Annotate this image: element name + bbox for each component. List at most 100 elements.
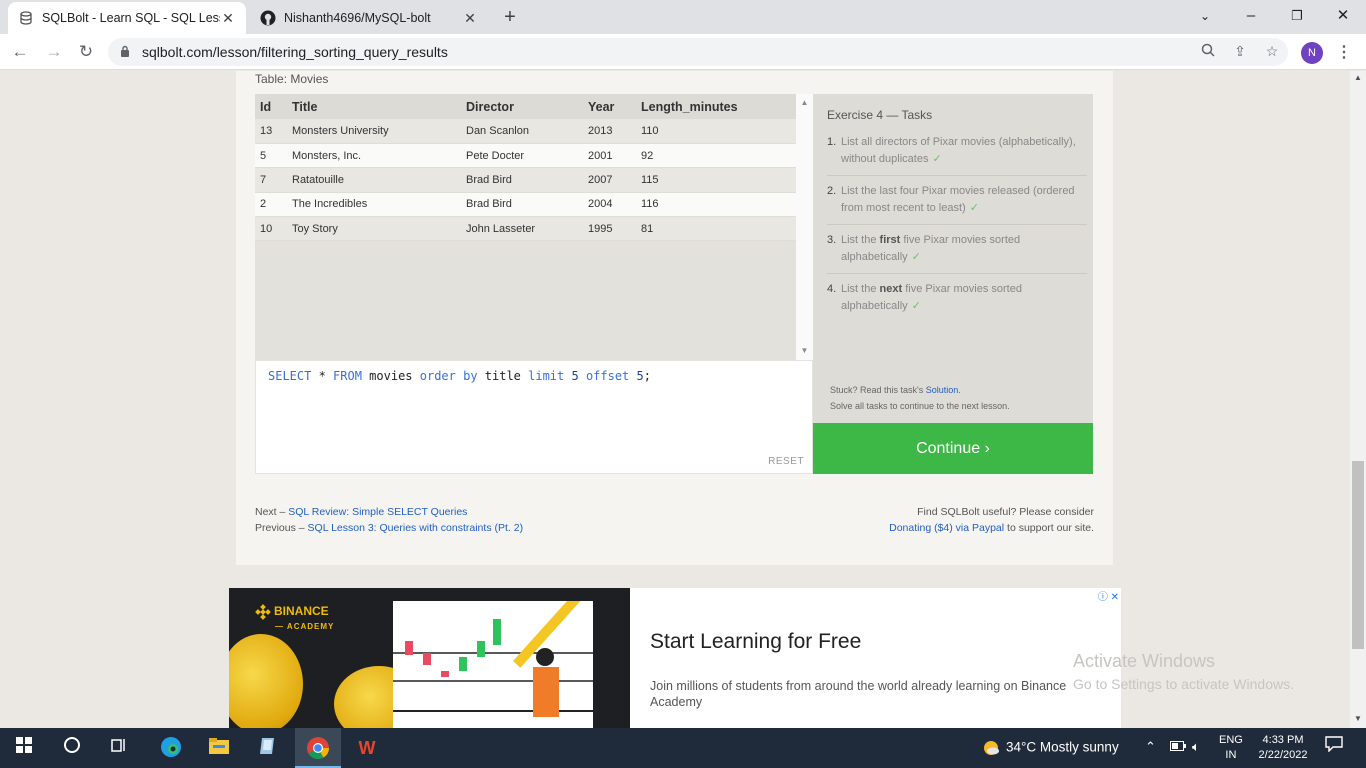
tasks-header: Exercise 4 — Tasks [827,108,933,122]
check-icon: ✓ [932,153,942,165]
chrome-taskbar-button[interactable] [295,728,341,768]
notes-app-icon[interactable] [256,736,280,760]
ad-description: Join millions of students from around th… [650,679,1067,709]
check-icon: ✓ [969,202,979,214]
lesson-nav-links: Next – SQL Review: Simple SELECT Queries… [255,504,1094,536]
previous-lesson-link[interactable]: SQL Lesson 3: Queries with constraints (… [308,522,524,534]
zoom-icon[interactable] [1199,43,1217,61]
task-list: 1. List all directors of Pixar movies (al… [827,134,1087,329]
task-item: 2. List the last four Pixar movies releas… [827,183,1087,225]
page-viewport: Table: Movies Id Title Director Year Len… [0,71,1350,728]
page-scrollbar[interactable]: ▲ ▼ [1350,71,1366,728]
profile-avatar[interactable]: N [1301,42,1323,64]
donation-note: Find SQLBolt useful? Please consider Don… [889,504,1094,536]
ad-choices-icon[interactable]: ⓘ ✕ [1098,588,1119,603]
donate-link[interactable]: Donating ($4) via Paypal [889,522,1004,534]
table-scrollbar[interactable]: ▲ ▼ [796,94,813,360]
tab-sqlbolt[interactable]: SQLBolt - Learn SQL - SQL Lesson ✕ [8,2,246,34]
task-number: 2. [827,185,837,197]
sql-keyword: offset [585,369,630,383]
lock-icon [120,45,130,60]
clock-date: 2/22/2022 [1258,749,1308,761]
url-text[interactable]: sqlbolt.com/lesson/filtering_sorting_que… [142,44,448,60]
wps-office-icon[interactable]: W [355,736,379,760]
sql-query[interactable]: SELECT * FROM movies order by title limi… [268,369,651,383]
coin-graphic [229,634,303,728]
clock-time: 4:33 PM [1262,734,1304,746]
notifications-icon[interactable] [1322,736,1346,760]
forward-icon[interactable]: → [42,40,66,64]
database-icon [18,10,34,26]
scroll-down-icon[interactable]: ▼ [1350,714,1366,723]
lang-code: ENG [1219,734,1243,746]
close-window-button[interactable]: ✕ [1320,0,1366,34]
cell: 92 [636,143,796,169]
tab-github[interactable]: Nishanth4696/MySQL-bolt ✕ [250,2,488,34]
file-explorer-icon[interactable] [207,736,231,760]
menu-icon[interactable]: ⋮ [1336,42,1352,64]
stuck-text: Stuck? Read this task's [830,385,926,395]
windows-start-icon[interactable] [12,736,36,760]
tab-search-icon[interactable]: ⌄ [1182,0,1228,34]
show-hidden-icons-icon[interactable]: ⌃ [1145,739,1156,755]
cell: 2 [255,192,287,218]
cell: 2001 [583,143,636,169]
binance-ad[interactable]: BINANCE — ACADEMY Start Learning for Fre… [229,588,1121,728]
language-indicator[interactable]: ENG IN [1219,733,1243,763]
edge-icon[interactable] [159,736,183,760]
task-number: 1. [827,136,837,148]
browser-tab-bar: SQLBolt - Learn SQL - SQL Lesson ✕ Nisha… [0,0,1366,34]
cell: 7 [255,167,287,193]
tab-title: SQLBolt - Learn SQL - SQL Lesson [42,11,220,25]
task-item: 4. List the next five Pixar movies sorted… [827,281,1087,322]
next-lesson-link[interactable]: SQL Review: Simple SELECT Queries [288,506,467,518]
column-header: Length_minutes [636,94,796,119]
task-emphasis: first [879,234,901,246]
cell: 81 [636,216,796,242]
omnibox[interactable]: sqlbolt.com/lesson/filtering_sorting_que… [108,38,1288,66]
cell: 110 [636,119,796,144]
task-item: 1. List all directors of Pixar movies (al… [827,134,1087,176]
cell: 10 [255,216,287,242]
tab-close-icon[interactable]: ✕ [462,10,478,27]
sql-number: 5 [629,369,644,383]
continue-button[interactable]: Continue › [813,423,1093,474]
restore-button[interactable]: ❐ [1274,0,1320,34]
task-view-icon[interactable] [107,736,131,760]
volume-icon[interactable]: 🔈︎ [1192,739,1200,755]
results-table: Id Title Director Year Length_minutes 13… [255,94,796,242]
reset-button[interactable]: RESET [768,456,804,467]
solution-link[interactable]: Solution [926,385,959,395]
battery-icon[interactable] [1170,739,1186,754]
cell: Pete Docter [461,143,583,169]
bookmark-star-icon[interactable]: ☆ [1263,43,1281,61]
sql-number: 5 [564,369,586,383]
new-tab-button[interactable]: + [498,4,522,30]
share-icon[interactable]: ⇪ [1231,43,1249,61]
column-header: Id [255,94,287,119]
tasks-panel: Exercise 4 — Tasks 1. List all directors … [813,94,1093,423]
cell: Brad Bird [461,167,583,193]
system-clock[interactable]: 4:33 PM 2/22/2022 [1254,733,1312,763]
next-prefix: Next – [255,506,289,518]
cell: Ratatouille [287,167,461,193]
lesson-card: Table: Movies Id Title Director Year Len… [236,71,1113,565]
ad-title[interactable]: Start Learning for Free [650,630,861,654]
scroll-up-icon[interactable]: ▲ [796,98,813,107]
stuck-end: . [958,385,961,395]
scroll-down-icon[interactable]: ▼ [796,346,813,355]
minimize-button[interactable]: – [1228,0,1274,34]
back-icon[interactable]: ← [8,40,32,64]
sql-token: ; [643,369,651,383]
scroll-up-icon[interactable]: ▲ [1350,73,1366,82]
reload-icon[interactable]: ↻ [74,40,98,64]
sql-editor[interactable]: SELECT * FROM movies order by title limi… [255,360,813,474]
weather-widget[interactable]: 34°C Mostly sunny [982,739,1119,757]
column-header: Director [461,94,583,119]
sql-token: title [477,369,529,383]
table-row: 13 Monsters University Dan Scanlon 2013 … [255,119,796,144]
scrollbar-thumb[interactable] [1352,461,1364,649]
tab-close-icon[interactable]: ✕ [220,10,236,27]
weather-text: 34°C Mostly sunny [1006,739,1119,755]
search-icon[interactable] [60,736,84,760]
